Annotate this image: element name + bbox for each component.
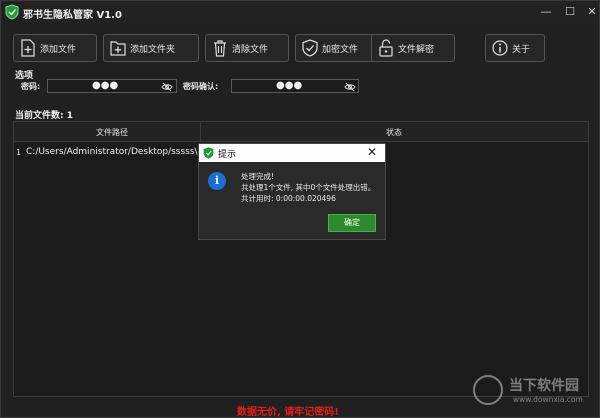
eye-slash-icon[interactable] (344, 81, 356, 93)
column-separator[interactable] (200, 122, 201, 142)
shield-logo-icon (203, 147, 214, 159)
maximize-button[interactable]: ☐ (559, 3, 581, 21)
info-dialog: 提示 ✕ i 处理完成! 共处理1个文件, 其中0个文件处理出错。 共计用时: … (198, 143, 386, 240)
shield-check-icon (302, 39, 318, 57)
file-count-label: 当前文件数: 1 (15, 111, 73, 121)
encrypt-file-button[interactable]: 加密文件 (295, 34, 379, 62)
about-button[interactable]: 关于 (485, 34, 545, 62)
dialog-title-bar: 提示 ✕ (199, 144, 385, 162)
add-folder-label: 添加文件夹 (130, 44, 176, 55)
password-confirm-field[interactable]: ●●● (231, 79, 359, 93)
minimize-button[interactable]: — (535, 3, 557, 21)
clear-files-label: 清除文件 (232, 44, 269, 55)
add-folder-button[interactable]: 添加文件夹 (103, 34, 199, 62)
shield-logo-icon (5, 4, 19, 20)
dialog-message-line2: 共处理1个文件, 其中0个文件处理出错。 (241, 183, 376, 192)
dialog-title: 提示 (218, 150, 237, 160)
decrypt-file-label: 文件解密 (398, 44, 435, 55)
main-window: 邪书生隐私管家 V1.0 — ☐ ✕ 添加文件 添加文件夹 清除文件 加密文件 … (0, 0, 600, 418)
unlock-icon (379, 39, 393, 57)
window-title: 邪书生隐私管家 V1.0 (23, 10, 122, 21)
eye-slash-icon[interactable] (161, 81, 173, 93)
row-number: 1 (16, 148, 22, 157)
dialog-message-line1: 处理完成! (241, 172, 275, 181)
trash-icon (214, 40, 226, 57)
about-label: 关于 (512, 44, 531, 55)
footer-warning: 数据无价, 请牢记密码! (237, 407, 339, 418)
add-file-label: 添加文件 (40, 44, 77, 55)
decrypt-file-button[interactable]: 文件解密 (371, 34, 455, 62)
watermark-logo-icon (473, 375, 503, 405)
file-path-cell: C:/Users/Administrator/Desktop/sssss\1.t… (26, 147, 219, 157)
close-button[interactable]: ✕ (581, 3, 600, 21)
column-header-path[interactable]: 文件路径 (96, 127, 128, 138)
dialog-close-button[interactable]: ✕ (367, 145, 377, 159)
column-header-status[interactable]: 状态 (386, 127, 402, 138)
table-header: 文件路径 状态 (14, 122, 588, 142)
password-confirm-value: ●●● (276, 80, 303, 91)
add-file-button[interactable]: 添加文件 (13, 34, 97, 62)
password-value: ●●● (92, 80, 119, 91)
password-confirm-label: 密码确认: (183, 82, 219, 91)
password-label: 密码: (21, 82, 41, 91)
encrypt-file-label: 加密文件 (322, 44, 359, 55)
ok-button[interactable]: 确定 (328, 214, 376, 232)
title-bar: 邪书生隐私管家 V1.0 — ☐ ✕ (1, 1, 599, 23)
info-circle-icon: i (208, 172, 226, 190)
info-icon (492, 40, 508, 56)
password-field[interactable]: ●●● (47, 79, 177, 93)
add-file-icon (21, 39, 35, 57)
watermark-url: www.downxia.com (513, 395, 583, 404)
watermark-text: 当下软件园 (509, 378, 579, 394)
options-group-label: 选项 (15, 71, 34, 81)
dialog-message-line3: 共计用时: 0:00:00.020496 (241, 194, 336, 203)
watermark: 当下软件园 www.downxia.com (473, 373, 591, 413)
add-folder-icon (110, 41, 126, 56)
clear-files-button[interactable]: 清除文件 (205, 34, 289, 62)
